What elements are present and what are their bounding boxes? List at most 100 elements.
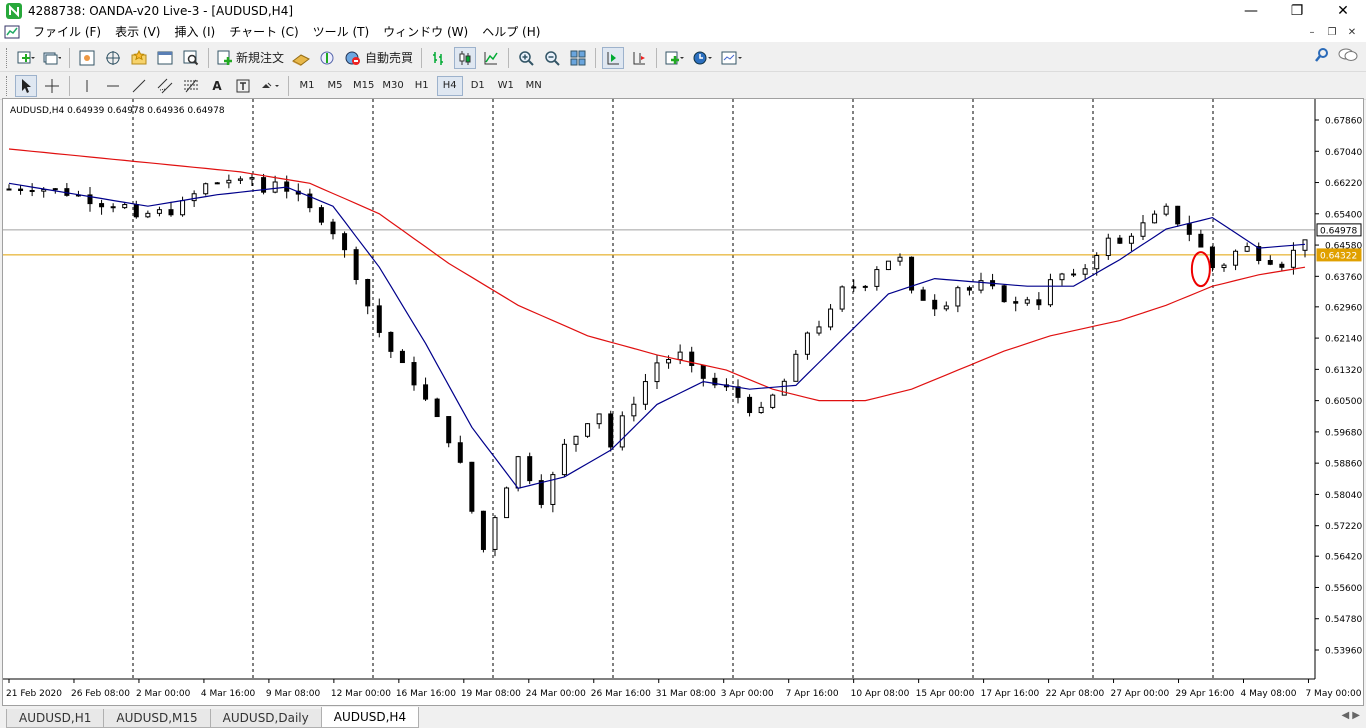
arrows-button[interactable] (258, 75, 282, 97)
horizontal-line-icon (107, 85, 119, 86)
candle-body (1209, 246, 1215, 269)
tab-audusd-daily[interactable]: AUDUSD,Daily (209, 709, 322, 728)
time-tick-label: 29 Apr 16:00 (1176, 689, 1235, 699)
text-label-button[interactable] (232, 75, 254, 97)
candle-body (943, 305, 949, 310)
text-button[interactable]: A (206, 75, 228, 97)
candle-body (1071, 273, 1077, 276)
candle-body (1279, 263, 1285, 268)
toolbar-separator (208, 47, 209, 68)
candlestick-series (6, 173, 1308, 557)
menu-tools[interactable]: ツール (T) (306, 22, 377, 42)
mdi-minimize-button[interactable]: – (1302, 27, 1322, 38)
tab-audusd-m15[interactable]: AUDUSD,M15 (103, 709, 211, 728)
time-tick-label: 15 Apr 00:00 (916, 689, 975, 699)
mdi-close-button[interactable]: ✕ (1342, 27, 1362, 38)
maximize-button[interactable]: ❐ (1274, 0, 1320, 22)
price-tick-label: 0.54780 (1325, 615, 1362, 625)
timeframe-h1[interactable]: H1 (409, 76, 435, 96)
profiles-icon (43, 52, 61, 64)
minimize-button[interactable]: — (1228, 0, 1274, 22)
candle-body (828, 308, 834, 328)
metaeditor-button[interactable] (290, 47, 312, 69)
profiles-button[interactable] (41, 47, 63, 69)
zoom-in-button[interactable] (515, 47, 537, 69)
price-chart[interactable]: 0.678600.670400.662200.654000.645800.637… (3, 99, 1363, 705)
toolbar-separator (69, 47, 70, 68)
candlestick-button[interactable] (454, 46, 477, 69)
new-chart-button[interactable] (15, 47, 37, 69)
tab-audusd-h1[interactable]: AUDUSD,H1 (6, 709, 105, 728)
time-tick-label: 26 Feb 08:00 (71, 689, 130, 699)
search-icon[interactable] (1314, 47, 1330, 63)
candle-body (631, 403, 637, 417)
auto-trading-button[interactable]: 自動売買 (342, 47, 415, 69)
cursor-button[interactable] (15, 74, 37, 97)
bar-chart-icon (433, 51, 444, 65)
timeframe-mn[interactable]: MN (521, 76, 547, 96)
time-tick-label: 4 May 08:00 (1240, 689, 1296, 699)
timeframe-m15[interactable]: M15 (350, 76, 377, 96)
indicators-button[interactable] (663, 47, 687, 69)
close-button[interactable]: ✕ (1320, 0, 1366, 22)
menu-chart[interactable]: チャート (C) (222, 22, 305, 42)
chart-window-icon[interactable] (4, 24, 20, 40)
price-tick-label: 0.58860 (1325, 460, 1362, 470)
candle-body (237, 178, 243, 181)
chart-window[interactable]: 0.67860 0.67040 0.66220 0.65400 0.64580 0.637… (2, 98, 1364, 706)
tab-scroll-arrows-icon[interactable]: ◀ ▶ (1341, 710, 1360, 721)
navigator-button[interactable] (128, 47, 150, 69)
mdi-restore-button[interactable]: ❐ (1322, 27, 1342, 38)
zoom-in-icon (519, 50, 534, 66)
candle-body (214, 182, 220, 185)
candle-body (1094, 255, 1100, 270)
fibonacci-icon (184, 79, 198, 92)
market-watch-button[interactable] (76, 47, 98, 69)
tile-windows-button[interactable] (567, 47, 589, 69)
toolbar-grip[interactable] (6, 47, 9, 68)
bar-chart-button[interactable] (428, 47, 450, 69)
horizontal-line-button[interactable] (102, 75, 124, 97)
timeframe-d1[interactable]: D1 (465, 76, 491, 96)
highlight-circle-annotation[interactable] (1190, 251, 1211, 288)
zoom-out-button[interactable] (541, 47, 563, 69)
timeframe-m30[interactable]: M30 (379, 76, 406, 96)
auto-trading-icon (345, 51, 361, 65)
crosshair-button[interactable] (41, 75, 63, 97)
toolbar-grip[interactable] (6, 75, 9, 96)
candle-body (318, 207, 324, 223)
templates-button[interactable] (719, 47, 745, 69)
chart-shift-button[interactable] (628, 47, 650, 69)
terminal-button[interactable] (154, 47, 176, 69)
data-window-button[interactable] (102, 47, 124, 69)
auto-scroll-button[interactable] (602, 46, 625, 69)
candle-body (538, 480, 544, 505)
fibonacci-button[interactable] (180, 75, 202, 97)
timeframe-m1[interactable]: M1 (294, 76, 320, 96)
tab-audusd-h4[interactable]: AUDUSD,H4 (320, 707, 420, 728)
menu-file[interactable]: ファイル (F) (26, 22, 108, 42)
periods-button[interactable] (691, 47, 715, 69)
candle-body (492, 517, 498, 550)
timeframe-m5[interactable]: M5 (322, 76, 348, 96)
timeframe-h4[interactable]: H4 (436, 75, 463, 96)
auto-trading-label: 自動売買 (365, 51, 414, 65)
menu-insert[interactable]: 挿入 (I) (167, 22, 222, 42)
signals-button[interactable] (316, 47, 338, 69)
timeframe-w1[interactable]: W1 (493, 76, 519, 96)
time-tick-label: 22 Apr 08:00 (1046, 689, 1105, 699)
candle-body (781, 380, 787, 396)
line-chart-button[interactable] (480, 47, 502, 69)
menu-help[interactable]: ヘルプ (H) (475, 22, 547, 42)
menu-window[interactable]: ウィンドウ (W) (376, 22, 475, 42)
line-chart-icon (484, 51, 498, 64)
vertical-line-button[interactable] (76, 75, 98, 97)
equidistant-channel-button[interactable] (154, 75, 176, 97)
trendline-button[interactable] (128, 75, 150, 97)
chat-icon[interactable] (1338, 47, 1358, 63)
strategy-tester-button[interactable] (180, 47, 202, 69)
menu-view[interactable]: 表示 (V) (108, 22, 167, 42)
new-order-button[interactable]: 新規注文 (215, 47, 286, 69)
window-title: 4288738: OANDA-v20 Live-3 - [AUDUSD,H4] (28, 4, 294, 18)
time-tick-label: 16 Mar 16:00 (396, 689, 456, 699)
